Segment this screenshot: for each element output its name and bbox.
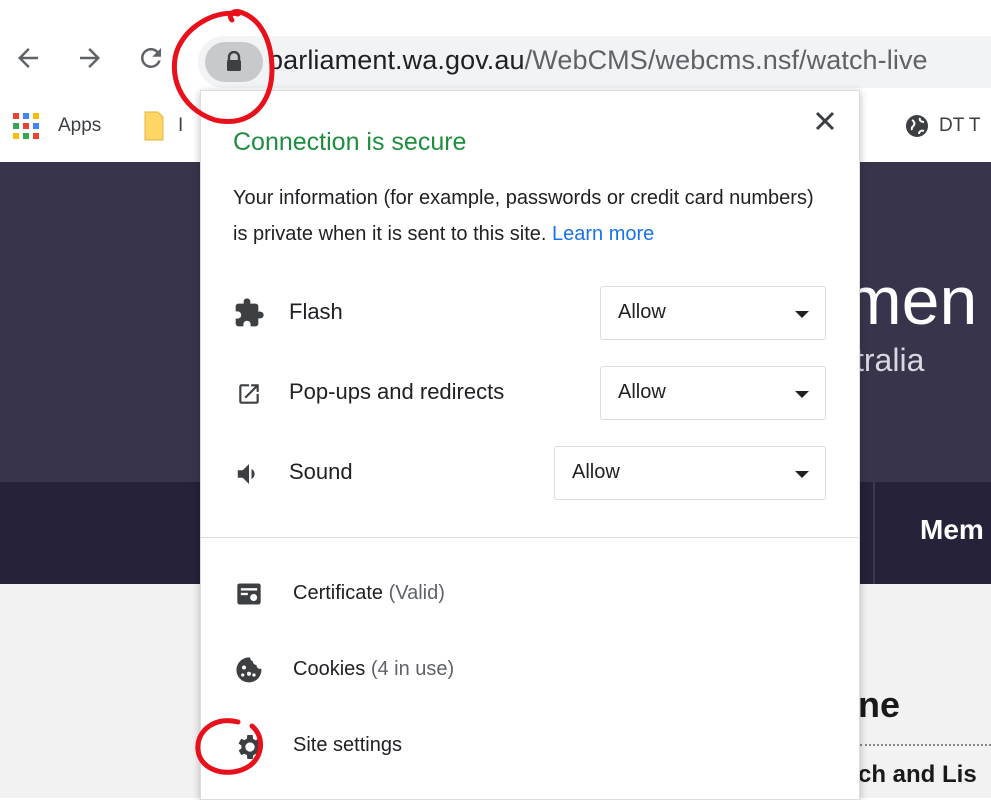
permission-label-popups: Pop-ups and redirects: [289, 379, 505, 404]
site-settings-label: Site settings: [293, 734, 402, 756]
bookmark-apps[interactable]: Apps: [12, 110, 101, 142]
dotted-divider: [860, 744, 991, 746]
select-value: Allow: [618, 301, 666, 323]
url-path: /WebCMS/webcms.nsf/watch-live: [524, 45, 928, 75]
sound-permission-select[interactable]: Allow: [554, 446, 826, 500]
puzzle-piece-icon: [233, 297, 265, 329]
arrow-right-icon: [80, 48, 100, 68]
globe-icon: [906, 115, 928, 137]
site-link[interactable]: ch and Lis: [858, 761, 977, 789]
cookies-item[interactable]: Cookies (4 in use): [293, 658, 454, 681]
apps-grid-icon: [13, 113, 39, 139]
url-host: parliament.wa.gov.au: [268, 45, 525, 75]
site-subtitle: tralia: [855, 342, 925, 378]
site-settings-item[interactable]: Site settings: [293, 734, 402, 757]
bookmark-item[interactable]: I: [144, 110, 183, 142]
select-value: Allow: [572, 461, 620, 483]
bookmark-label: I: [178, 115, 184, 136]
popup-divider: [200, 537, 858, 538]
reload-icon: [141, 47, 161, 68]
learn-more-link[interactable]: Learn more: [552, 223, 654, 245]
site-title: men: [845, 263, 978, 339]
back-button[interactable]: [10, 40, 46, 76]
certificate-label: Certificate: [293, 582, 384, 604]
chevron-down-icon: [795, 311, 809, 318]
chevron-down-icon: [795, 471, 809, 478]
reload-button[interactable]: [133, 40, 169, 76]
tab-strip: [485, 0, 991, 24]
url-text[interactable]: parliament.wa.gov.au/WebCMS/webcms.nsf/w…: [268, 45, 928, 76]
site-heading: ne: [858, 684, 901, 725]
popups-permission-select[interactable]: Allow: [600, 366, 826, 420]
forward-button[interactable]: [72, 40, 108, 76]
bookmark-label: Apps: [58, 115, 102, 136]
arrow-left-icon: [18, 48, 38, 68]
certificate-icon: [233, 578, 265, 610]
gear-icon: [234, 731, 266, 763]
close-button[interactable]: [812, 108, 838, 134]
speaker-icon: [233, 458, 265, 490]
certificate-item[interactable]: Certificate (Valid): [293, 582, 445, 605]
certificate-status: (Valid): [388, 582, 445, 604]
cookie-icon: [233, 654, 265, 686]
folder-icon: [144, 111, 164, 141]
close-icon: [815, 111, 835, 131]
lock-icon: [227, 51, 241, 71]
open-external-icon: [233, 378, 265, 410]
connection-status-title: Connection is secure: [233, 128, 467, 156]
cookies-label: Cookies: [293, 658, 366, 680]
permission-label-sound: Sound: [289, 459, 353, 484]
cookies-count: (4 in use): [370, 658, 455, 680]
bookmark-label: DT T: [939, 115, 981, 136]
bookmark-item[interactable]: DT T: [905, 110, 981, 142]
site-nav-item-members[interactable]: Mem: [920, 514, 984, 546]
connection-info-body: Your information (for example, passwords…: [233, 187, 814, 245]
select-value: Allow: [618, 381, 666, 403]
site-info-button[interactable]: [205, 42, 263, 82]
chevron-down-icon: [795, 391, 809, 398]
connection-info-text: Your information (for example, passwords…: [233, 180, 833, 252]
flash-permission-select[interactable]: Allow: [600, 286, 826, 340]
nav-divider: [873, 482, 875, 584]
permission-label-flash: Flash: [289, 299, 343, 324]
